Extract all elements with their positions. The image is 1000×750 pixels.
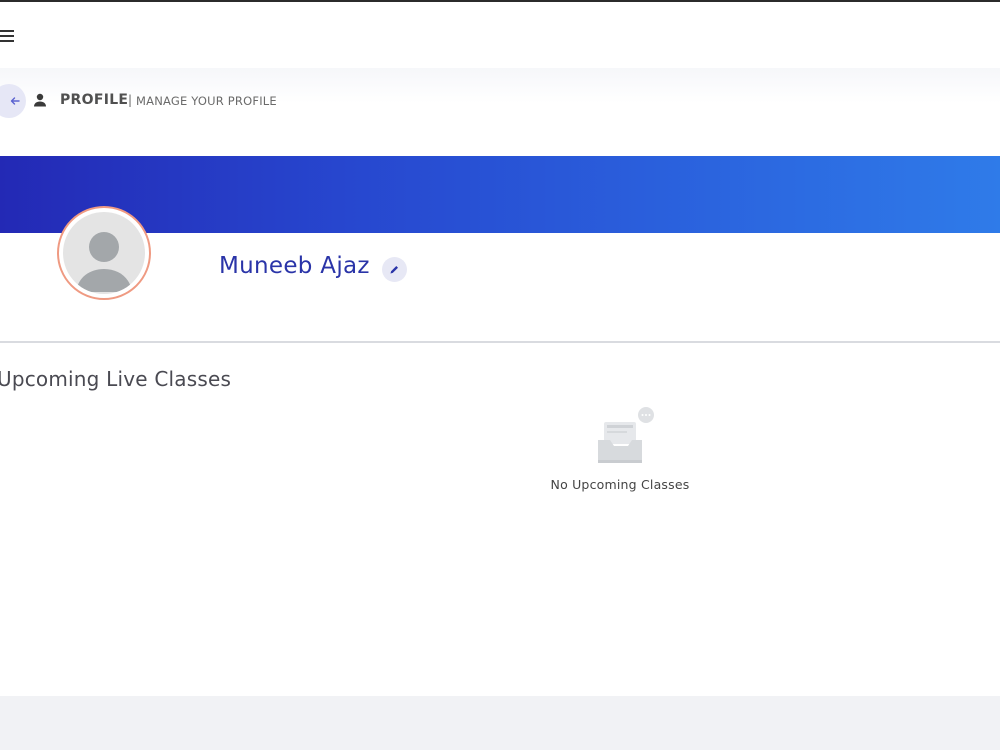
- avatar[interactable]: [57, 206, 151, 300]
- profile-name: Muneeb Ajaz: [219, 253, 370, 279]
- back-button[interactable]: [0, 84, 26, 118]
- breadcrumb: PROFILE | MANAGE YOUR PROFILE: [0, 68, 1000, 156]
- page-footer: [0, 696, 1000, 750]
- arrow-left-icon: [10, 97, 20, 105]
- page-subtitle: MANAGE YOUR PROFILE: [136, 94, 277, 108]
- profile-banner: [0, 156, 1000, 233]
- default-avatar-icon: [63, 212, 145, 294]
- top-bar: [0, 2, 1000, 68]
- person-icon: [34, 93, 46, 107]
- page-title: PROFILE: [60, 92, 129, 108]
- breadcrumb-separator: |: [128, 93, 133, 107]
- pencil-icon: [390, 266, 398, 274]
- hamburger-menu-icon[interactable]: [0, 30, 14, 42]
- empty-state-message: No Upcoming Classes: [550, 477, 690, 492]
- edit-profile-button[interactable]: [382, 257, 407, 282]
- section-divider: [0, 341, 1000, 343]
- upcoming-classes-title: Upcoming Live Classes: [0, 367, 232, 391]
- empty-inbox-icon: [598, 407, 654, 463]
